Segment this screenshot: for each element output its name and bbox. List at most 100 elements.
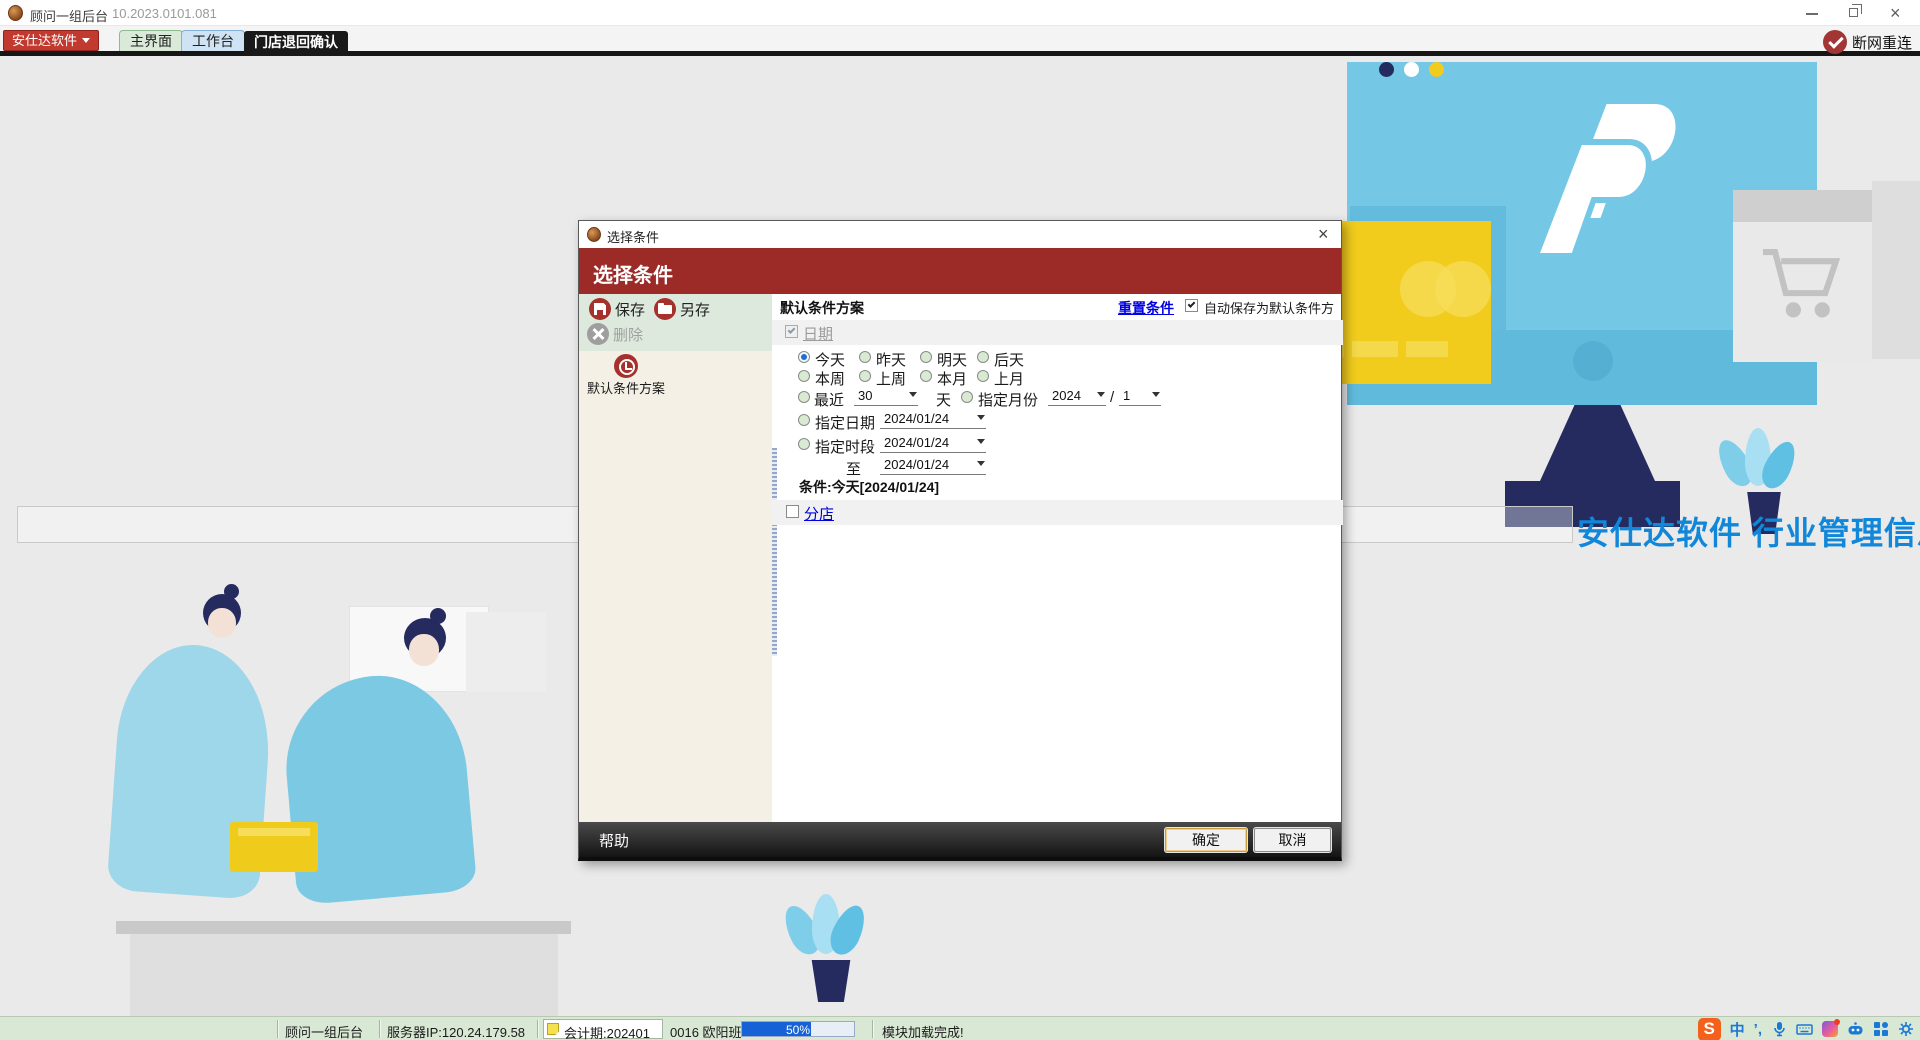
specified-period-label: 指定时段 [815, 439, 876, 456]
radio-today[interactable] [798, 351, 810, 363]
plant-pot [811, 960, 851, 1002]
radio-last-month[interactable] [977, 370, 989, 382]
radio-last-week-label: 上周 [876, 371, 907, 388]
branch-section-link[interactable]: 分店 [804, 503, 834, 524]
window-dot-white [1404, 62, 1419, 77]
default-scheme-item[interactable]: 默认条件方案 [587, 354, 665, 397]
period-from-select[interactable]: 2024/01/24 [880, 435, 986, 453]
radio-specified-period[interactable] [798, 438, 810, 450]
save-button[interactable]: 保存 [589, 298, 645, 320]
progress-label: 50% [785, 1023, 811, 1037]
help-link[interactable]: 帮助 [599, 830, 629, 851]
radio-recent[interactable] [798, 391, 810, 403]
radio-this-month[interactable] [920, 370, 932, 382]
floppy-icon [589, 298, 611, 320]
content-scrollbar[interactable] [772, 448, 777, 656]
check-circle-icon [1822, 30, 1847, 54]
skin-icon[interactable] [1822, 1019, 1840, 1037]
reconnect-indicator[interactable]: 断网重连 [1822, 30, 1912, 54]
assistant-robot-icon[interactable] [1847, 1021, 1864, 1037]
dropdown-arrow-icon [977, 461, 985, 466]
folder-icon [654, 298, 676, 320]
delete-label: 删除 [613, 326, 644, 344]
window-version: 10.2023.0101.081 [112, 6, 217, 21]
window-title: 顾问一组后台 [30, 9, 109, 24]
status-period-field: 会计期:202401 [543, 1019, 663, 1040]
radio-tomorrow-label: 明天 [937, 352, 968, 369]
restore-button[interactable] [1838, 2, 1870, 24]
recent-days-select[interactable]: 30 [854, 388, 918, 406]
dialog-content: 默认条件方案 重置条件 自动保存为默认条件方案 日期 今天 昨天 明天 后天 本… [772, 294, 1343, 823]
radio-yesterday[interactable] [859, 351, 871, 363]
period-to-select[interactable]: 2024/01/24 [880, 457, 986, 475]
dialog-banner-title: 选择条件 [593, 265, 673, 287]
person-right-bun [430, 608, 446, 624]
month-label: 指定月份 [978, 392, 1039, 409]
radio-tomorrow[interactable] [920, 351, 932, 363]
reconnect-label: 断网重连 [1851, 34, 1912, 52]
year-select[interactable]: 2024 [1048, 388, 1106, 406]
settings-gear-icon[interactable] [1898, 1021, 1914, 1037]
laptop-illustration [230, 822, 318, 872]
chevron-down-icon [77, 33, 90, 48]
paypal-logo [1531, 104, 1676, 259]
desk-top [116, 921, 571, 934]
radio-last-week[interactable] [859, 370, 871, 382]
radio-specified-date[interactable] [798, 414, 810, 426]
cart-icon [1762, 249, 1841, 318]
save-as-label: 另存 [680, 301, 711, 319]
tab-store-return-confirm[interactable]: 门店退回确认 [244, 31, 348, 56]
dialog-banner: 选择条件 [579, 248, 1341, 294]
keyboard-icon[interactable] [1796, 1021, 1813, 1037]
condition-summary: 条件:今天[2024/01/24] [799, 479, 940, 495]
dialog-sidebar: 保存 另存 删除 默认条件方案 [579, 294, 772, 823]
recent-unit-label: 天 [936, 392, 952, 409]
dialog-toolbar: 保存 另存 删除 [579, 294, 772, 351]
main-menu-label: 安仕达软件 [12, 33, 78, 48]
tab-workbench[interactable]: 工作台 [181, 30, 245, 51]
minimize-button[interactable] [1796, 2, 1828, 24]
dialog-close-button[interactable] [1309, 222, 1337, 246]
dialog-icon [587, 227, 601, 242]
date-section-band [772, 320, 1343, 345]
chinese-mode-icon[interactable]: 中 [1730, 1019, 1745, 1040]
radio-specified-month[interactable] [961, 391, 973, 403]
main-menu-button[interactable]: 安仕达软件 [3, 30, 100, 51]
clock-icon [614, 354, 638, 378]
reset-conditions-link[interactable]: 重置条件 [1118, 298, 1174, 318]
status-server-ip: 服务器IP:120.24.179.58 [387, 1025, 526, 1040]
delete-button[interactable]: 删除 [587, 323, 643, 345]
dropdown-arrow-icon [977, 415, 985, 420]
person-left-bun [224, 584, 239, 599]
date-section-checkbox[interactable] [785, 325, 798, 338]
scheme-title: 默认条件方案 [780, 300, 864, 316]
specified-date-label: 指定日期 [815, 415, 876, 432]
punctuation-icon[interactable]: ’, [1754, 1021, 1762, 1038]
radio-this-week[interactable] [798, 370, 810, 382]
date-section-link[interactable]: 日期 [803, 323, 833, 344]
title-bar: 顾问一组后台 10.2023.0101.081 [0, 0, 1920, 26]
status-separator [277, 1020, 278, 1038]
status-separator [872, 1020, 873, 1038]
monitor-stand [1540, 405, 1655, 481]
status-bar: 顾问一组后台 服务器IP:120.24.179.58 会计期:202401 00… [0, 1016, 1920, 1040]
ok-button[interactable]: 确定 [1165, 828, 1247, 852]
specified-date-select[interactable]: 2024/01/24 [880, 411, 986, 429]
microphone-icon[interactable] [1771, 1021, 1787, 1037]
sogou-icon[interactable]: S [1697, 1017, 1721, 1040]
branch-section-checkbox[interactable] [786, 505, 799, 518]
cancel-button[interactable]: 取消 [1254, 828, 1331, 852]
select-condition-dialog: 选择条件 选择条件 保存 另存 删除 [578, 220, 1343, 861]
note-icon [547, 1023, 559, 1035]
minimize-icon [1806, 13, 1818, 15]
monitor-camera-dot [1573, 341, 1613, 381]
month-select[interactable]: 1 [1119, 388, 1161, 406]
dropdown-arrow-icon [1097, 392, 1105, 397]
save-as-button[interactable]: 另存 [654, 298, 710, 320]
tab-strip: 安仕达软件 主界面 工作台 门店退回确认 断网重连 [0, 26, 1920, 56]
auto-save-checkbox[interactable] [1185, 299, 1198, 312]
radio-day-after[interactable] [977, 351, 989, 363]
tab-main[interactable]: 主界面 [119, 30, 183, 51]
close-button[interactable] [1880, 2, 1912, 24]
apps-grid-icon[interactable] [1873, 1021, 1889, 1037]
